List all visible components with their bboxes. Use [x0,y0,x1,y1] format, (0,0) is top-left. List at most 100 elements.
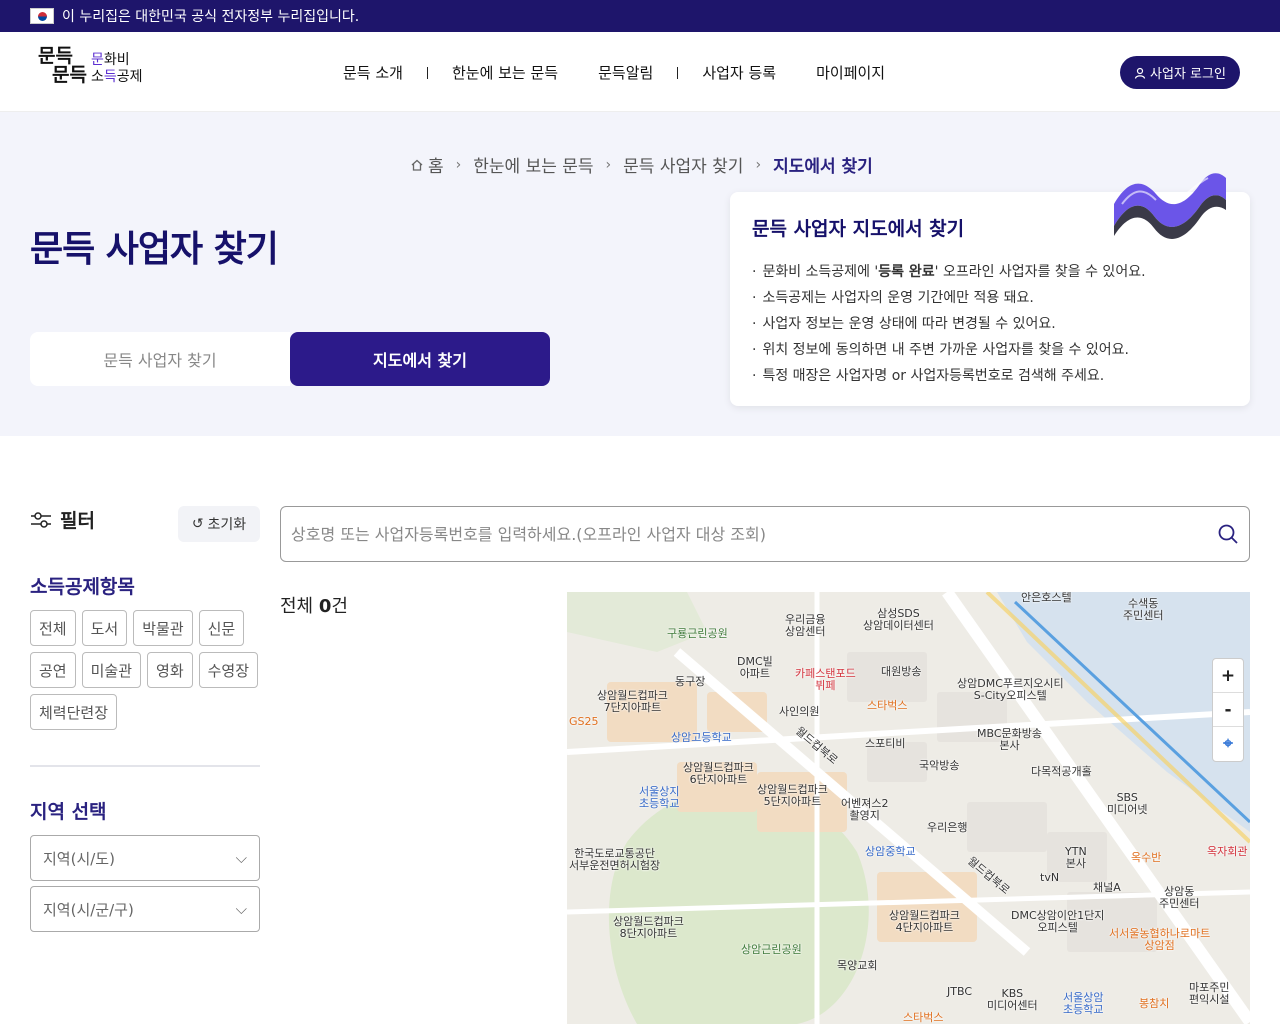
breadcrumb-item[interactable]: 한눈에 보는 문득 [473,152,593,177]
breadcrumb-item[interactable]: 문득 사업자 찾기 [623,152,743,177]
chip-all[interactable]: 전체 [30,610,76,646]
search-icon[interactable] [1217,523,1239,545]
nav-item-register[interactable]: 사업자 등록 [702,62,776,83]
zoom-out-button[interactable]: - [1213,693,1243,727]
breadcrumb-home[interactable]: 홈 [410,152,444,177]
search-bar [280,506,1250,562]
map-view[interactable]: 구룡근린공원 우리금융 상암센터 삼성SDS 상암데이터센터 안은호스텔 수색동 주민… [567,592,1250,1024]
map-label: 옥수반 [1131,851,1162,864]
category-chips: 전체 도서 박물관 신문 공연 미술관 영화 수영장 체력단련장 [30,610,260,730]
breadcrumb: 홈 › 한눈에 보는 문득 › 문득 사업자 찾기 › 지도에서 찾기 [410,152,873,177]
page-title: 문득 사업자 찾기 [30,229,279,270]
map-label: 상암동 주민센터 [1159,885,1200,910]
info-item: 특정 매장은 사업자명 or 사업자등록번호로 검색해 주세요. [752,363,1228,389]
map-label: 대원방송 [881,665,922,678]
map-label: 상암월드컵파크 5단지아파트 [757,783,828,808]
business-login-label: 사업자 로그인 [1150,67,1226,82]
gov-banner: 이 누리집은 대한민국 공식 전자정부 누리집입니다. [0,0,1280,32]
chip-swimming-pool[interactable]: 수영장 [198,652,259,688]
chevron-right-icon: › [755,156,762,173]
main-nav: 문득 소개 한눈에 보는 문득 문득알림 사업자 등록 마이페이지 [343,62,885,83]
chip-art-gallery[interactable]: 미술관 [81,652,142,688]
home-icon [411,159,423,171]
ribbon-decoration-icon [1114,173,1226,239]
nav-item-overview[interactable]: 한눈에 보는 문득 [452,62,558,83]
chevron-down-icon: ⌵ [235,900,247,918]
gov-banner-text: 이 누리집은 대한민국 공식 전자정부 누리집입니다. [62,9,360,25]
tab-map-search[interactable]: 지도에서 찾기 [290,332,550,386]
chevron-right-icon: › [605,156,612,173]
map-label: GS25 [569,715,599,728]
map-label: DMC빌 아파트 [737,655,773,680]
region-sigungu-select[interactable]: 지역(시/군/구) ⌵ [30,886,260,932]
my-location-icon[interactable]: ⌖ [1213,727,1243,761]
map-label: YTN 본사 [1065,845,1087,870]
map-label: 목양교회 [837,959,878,972]
filter-header: 필터 [30,506,95,533]
map-label: 국악방송 [919,759,960,772]
tab-list-search[interactable]: 문득 사업자 찾기 [30,332,290,386]
map-label: 상암고등학교 [671,731,732,744]
chip-books[interactable]: 도서 [81,610,128,646]
nav-item-mypage[interactable]: 마이페이지 [816,62,885,83]
map-label: 안은호스텔 [1021,592,1072,604]
map-label: 상암월드컵파크 8단지아파트 [613,915,684,940]
map-label: 구룡근린공원 [667,627,728,640]
map-label: 서울상지 초등학교 [639,785,680,810]
map-label: tvN [1040,871,1060,884]
hero-section: 홈 › 한눈에 보는 문득 › 문득 사업자 찾기 › 지도에서 찾기 문득 사… [0,112,1280,436]
map-label: 스타벅스 [867,699,908,712]
map-label: MBC문화방송 본사 [977,727,1043,752]
filter-divider [30,765,260,767]
chip-movie[interactable]: 영화 [147,652,193,688]
site-logo[interactable]: 문득 문득 문화비 소득공제 [38,46,143,86]
map-label: 스타벅스 [903,1011,944,1024]
nav-divider [426,66,428,79]
map-label: 봉참치 [1139,997,1170,1010]
map-label: 상암중학교 [865,845,916,858]
map-label: 서울상암 초등학교 [1063,991,1104,1016]
filter-reset-button[interactable]: ↺ 초기화 [178,506,260,542]
map-label: 삼성SDS 상암데이터센터 [863,607,934,632]
nav-item-notice[interactable]: 문득알림 [598,62,653,83]
map-label: 옥자회관 [1207,845,1248,858]
map-label: 상암근린공원 [741,943,802,956]
zoom-in-button[interactable]: + [1213,659,1243,693]
map-label: SBS 미디어넷 [1107,791,1148,816]
map-label: 상암DMC푸르지오시티 S-City오피스텔 [957,677,1064,702]
region-section-title: 지역 선택 [30,801,107,823]
map-label: 한국도로교통공단 서부운전면허시험장 [569,847,661,872]
map-label: 스포티비 [865,737,906,750]
map-label: 사인의원 [779,705,820,718]
map-label: 우리금융 상암센터 [785,613,826,638]
chip-fitness[interactable]: 체력단련장 [30,694,118,730]
map-label: 채널A [1093,881,1121,894]
map-label: 서서울농협하나로마트 상암점 [1109,927,1211,952]
korea-flag-icon [30,8,54,24]
info-item: 문화비 소득공제에 '등록 완료' 오프라인 사업자를 찾을 수 있어요. [752,259,1228,285]
map-label: 수색동 주민센터 [1123,597,1164,622]
map-label: 동구장 [675,675,706,688]
nav-item-about[interactable]: 문득 소개 [343,62,403,83]
map-label: 우리은행 [927,821,968,834]
map-label: DMC상암이안1단지 오피스텔 [1011,909,1105,934]
result-count: 전체 0건 [280,596,348,617]
chip-newspaper[interactable]: 신문 [198,610,245,646]
chevron-down-icon: ⌵ [235,849,247,867]
refresh-icon: ↺ [191,516,204,532]
filter-title: 필터 [60,510,95,532]
region-sido-select[interactable]: 지역(시/도) ⌵ [30,835,260,881]
info-item: 위치 정보에 동의하면 내 주변 가까운 사업자를 찾을 수 있어요. [752,337,1228,363]
chevron-right-icon: › [455,156,462,173]
chip-performance[interactable]: 공연 [30,652,76,688]
info-item: 사업자 정보는 운영 상태에 따라 변경될 수 있어요. [752,311,1228,337]
chip-museum[interactable]: 박물관 [133,610,193,646]
map-label: JTBC [947,985,972,998]
search-input[interactable] [291,524,1217,544]
map-zoom-controls: + - ⌖ [1212,658,1244,762]
nav-divider [677,66,679,79]
map-label: KBS 미디어센터 [987,987,1038,1012]
site-header: 문득 문득 문화비 소득공제 문득 소개 한눈에 보는 문득 문득알림 사업자 … [0,32,1280,112]
info-list: 문화비 소득공제에 '등록 완료' 오프라인 사업자를 찾을 수 있어요. 소득… [752,259,1228,389]
business-login-button[interactable]: 사업자 로그인 [1120,56,1240,89]
